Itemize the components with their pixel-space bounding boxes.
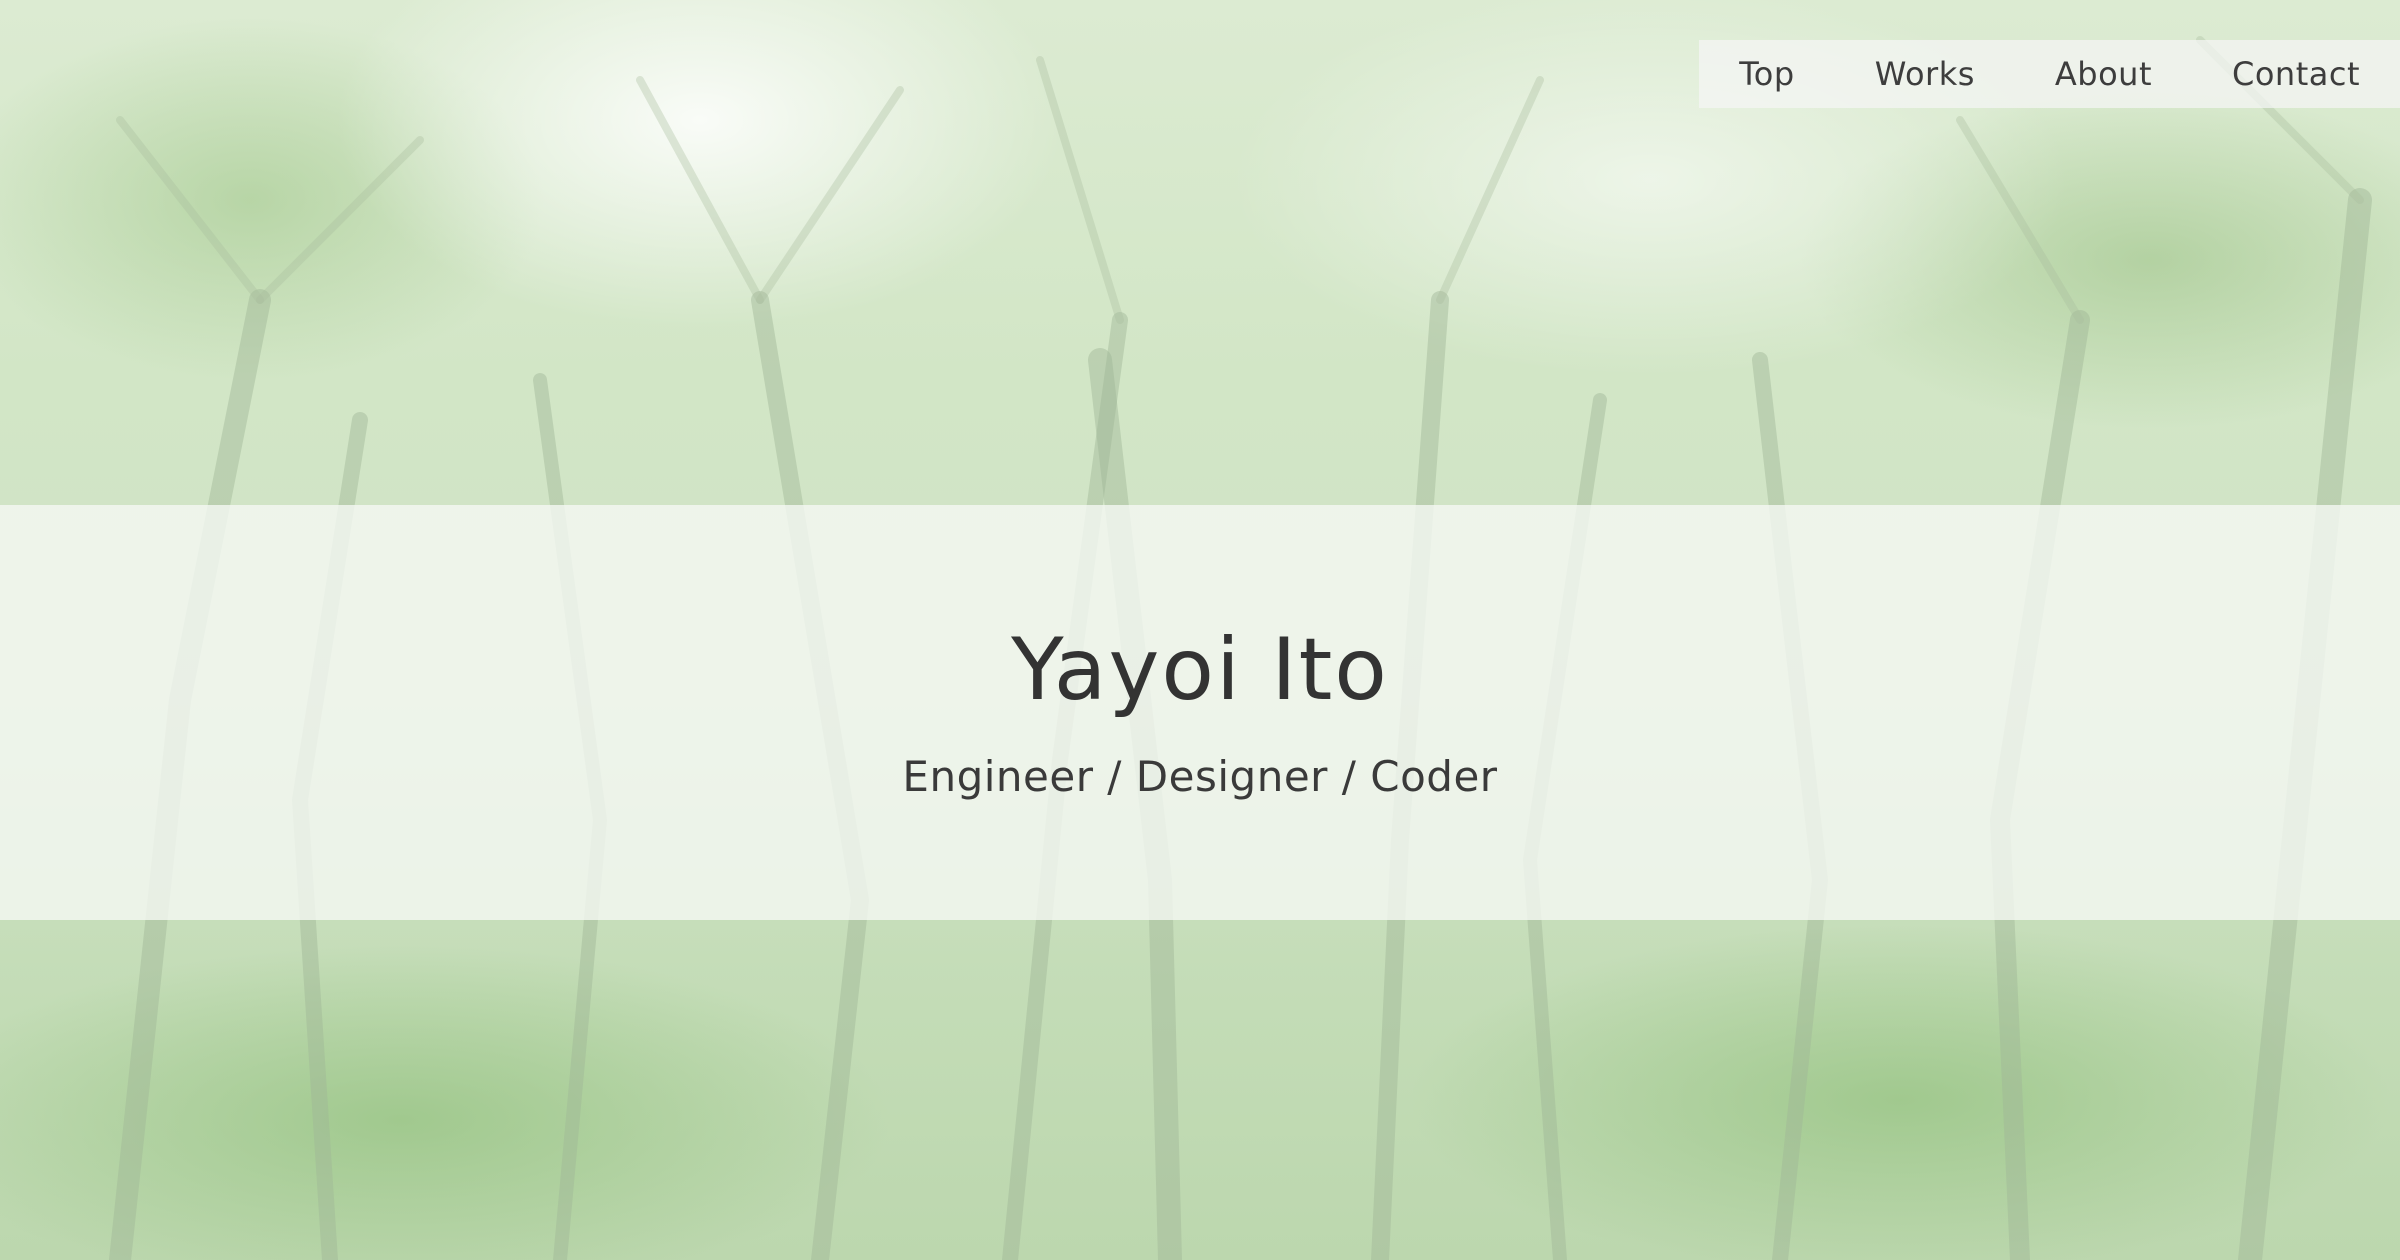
nav-link-contact[interactable]: Contact [2232, 55, 2360, 93]
nav-link-top[interactable]: Top [1739, 55, 1795, 93]
hero-name: Yayoi Ito [1011, 620, 1389, 720]
top-navigation: Top Works About Contact [1699, 40, 2400, 108]
nav-link-works[interactable]: Works [1875, 55, 1975, 93]
nav-link-about[interactable]: About [2055, 55, 2152, 93]
hero-tagline: Engineer / Designer / Coder [902, 752, 1498, 801]
